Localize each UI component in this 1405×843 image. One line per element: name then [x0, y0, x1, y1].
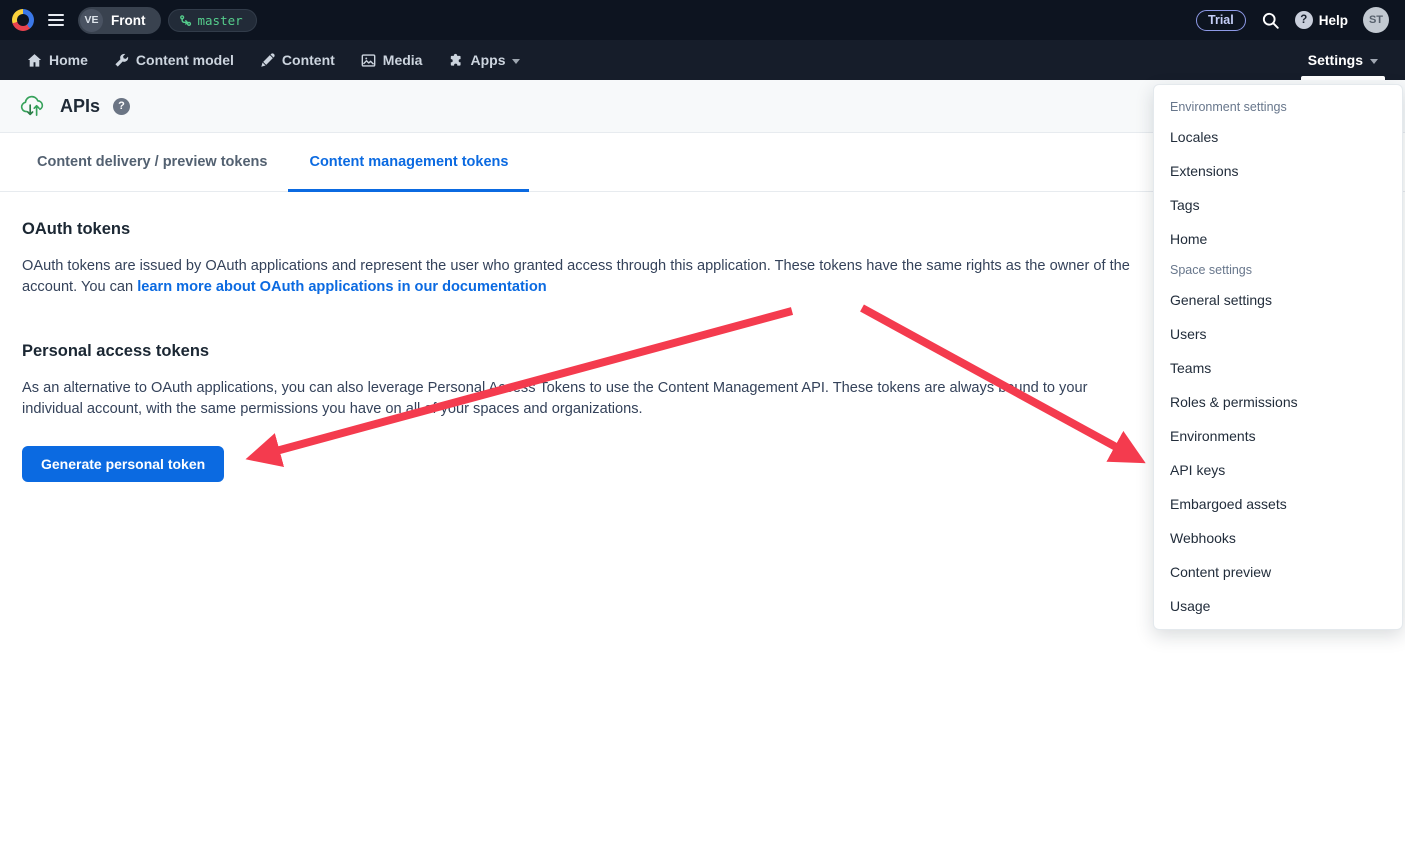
- settings-dropdown-menu: Environment settings Locales Extensions …: [1153, 84, 1403, 630]
- question-circle-icon: ?: [1295, 11, 1313, 29]
- puzzle-icon: [448, 53, 463, 68]
- menu-item-roles-permissions[interactable]: Roles & permissions: [1154, 385, 1402, 419]
- nav-item-label: Media: [383, 52, 423, 68]
- settings-active-indicator: [1301, 76, 1385, 80]
- wrench-icon: [114, 53, 129, 68]
- search-icon: [1261, 11, 1280, 30]
- pen-icon: [260, 53, 275, 68]
- help-label: Help: [1319, 13, 1348, 28]
- branch-name: master: [198, 13, 243, 28]
- help-button[interactable]: ? Help: [1295, 11, 1348, 29]
- tab-content-management-tokens[interactable]: Content management tokens: [288, 133, 529, 191]
- nav-item-label: Content: [282, 52, 335, 68]
- menu-item-webhooks[interactable]: Webhooks: [1154, 521, 1402, 555]
- contentful-logo-icon[interactable]: [12, 9, 34, 31]
- menu-item-content-preview[interactable]: Content preview: [1154, 555, 1402, 589]
- chevron-down-icon: [512, 59, 520, 64]
- tab-content-delivery-preview-tokens[interactable]: Content delivery / preview tokens: [16, 133, 288, 191]
- image-icon: [361, 53, 376, 68]
- nav-item-label: Apps: [470, 52, 505, 68]
- page-help-icon[interactable]: ?: [113, 98, 130, 115]
- nav-item-media[interactable]: Media: [348, 40, 436, 80]
- menu-item-extensions[interactable]: Extensions: [1154, 154, 1402, 188]
- nav-item-label: Content model: [136, 52, 234, 68]
- nav-item-apps[interactable]: Apps: [435, 40, 533, 80]
- nav-item-home[interactable]: Home: [14, 40, 101, 80]
- space-name: Front: [103, 13, 158, 28]
- nav-item-content[interactable]: Content: [247, 40, 348, 80]
- topbar: VE Front master Trial ? Help ST: [0, 0, 1405, 40]
- menu-item-users[interactable]: Users: [1154, 317, 1402, 351]
- menu-item-general-settings[interactable]: General settings: [1154, 283, 1402, 317]
- menu-item-teams[interactable]: Teams: [1154, 351, 1402, 385]
- page-title: APIs: [60, 96, 100, 117]
- menu-group-header-space-settings: Space settings: [1154, 256, 1402, 283]
- generate-personal-token-button[interactable]: Generate personal token: [22, 446, 224, 482]
- chevron-down-icon: [1370, 59, 1378, 64]
- nav-item-label: Home: [49, 52, 88, 68]
- nav-item-content-model[interactable]: Content model: [101, 40, 247, 80]
- avatar[interactable]: ST: [1363, 7, 1389, 33]
- git-branch-icon: [179, 14, 192, 27]
- menu-item-locales[interactable]: Locales: [1154, 120, 1402, 154]
- menu-item-home[interactable]: Home: [1154, 222, 1402, 256]
- trial-badge[interactable]: Trial: [1196, 10, 1246, 31]
- menu-item-usage[interactable]: Usage: [1154, 589, 1402, 623]
- menu-item-environments[interactable]: Environments: [1154, 419, 1402, 453]
- search-button[interactable]: [1261, 11, 1280, 30]
- apis-cloud-sync-icon: [20, 95, 47, 118]
- oauth-tokens-description: OAuth tokens are issued by OAuth applica…: [22, 256, 1130, 297]
- home-icon: [27, 53, 42, 68]
- environment-switcher[interactable]: master: [168, 9, 257, 32]
- personal-access-tokens-description: As an alternative to OAuth applications,…: [22, 378, 1130, 419]
- menu-group-header-environment-settings: Environment settings: [1154, 93, 1402, 120]
- space-switcher[interactable]: VE Front: [78, 7, 161, 34]
- oauth-docs-link[interactable]: learn more about OAuth applications in o…: [137, 279, 546, 295]
- settings-label: Settings: [1308, 52, 1363, 68]
- menu-item-embargoed-assets[interactable]: Embargoed assets: [1154, 487, 1402, 521]
- nav-item-settings[interactable]: Settings: [1297, 40, 1389, 80]
- menu-item-tags[interactable]: Tags: [1154, 188, 1402, 222]
- main-navbar: Home Content model Content Media: [0, 40, 1405, 80]
- menu-item-api-keys[interactable]: API keys: [1154, 453, 1402, 487]
- org-initials-badge: VE: [80, 9, 103, 32]
- hamburger-icon[interactable]: [47, 11, 65, 29]
